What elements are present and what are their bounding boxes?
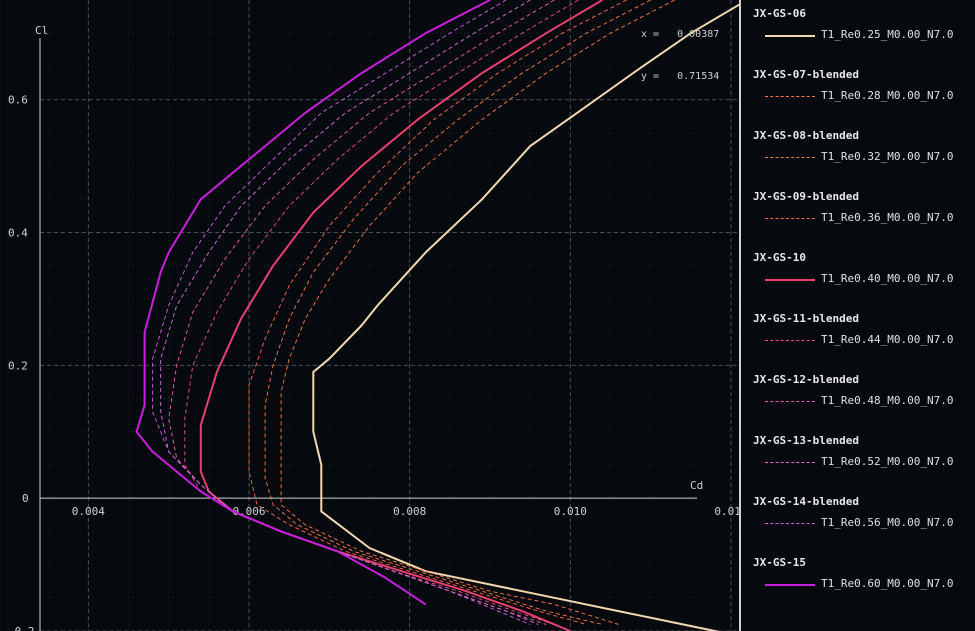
y-tick-label: 0.6	[8, 94, 28, 107]
series-line-jx-gs-07-blended	[280, 0, 675, 625]
legend-entry-name: JX-GS-15	[753, 556, 806, 569]
legend-line-swatch	[765, 584, 815, 586]
legend-entry[interactable]: JX-GS-13-blended T1_Re0.52_M0.00_N7.0	[753, 427, 975, 488]
y-tick-label: 0.2	[8, 359, 28, 372]
legend-entry[interactable]: JX-GS-11-blended T1_Re0.44_M0.00_N7.0	[753, 305, 975, 366]
legend-entry-label: T1_Re0.44_M0.00_N7.0	[821, 333, 954, 346]
legend-entry-name: JX-GS-12-blended	[753, 373, 859, 386]
x-axis-label: Cd	[690, 479, 703, 492]
minor-grid	[7, 0, 739, 631]
legend-line-swatch	[765, 523, 815, 524]
legend-entry[interactable]: JX-GS-15 T1_Re0.60_M0.00_N7.0	[753, 549, 975, 610]
legend-line-swatch	[765, 340, 815, 341]
series-line-jx-gs-08-blended	[264, 0, 651, 625]
legend-entry-name: JX-GS-09-blended	[753, 190, 859, 203]
cursor-readout: x = 0.00387 y = 0.71534	[641, 0, 719, 98]
readout-x: x = 0.00387	[641, 29, 720, 40]
legend-entry-label: T1_Re0.52_M0.00_N7.0	[821, 455, 954, 468]
legend-entry[interactable]: JX-GS-10 T1_Re0.40_M0.00_N7.0	[753, 244, 975, 305]
x-tick-label: 0.012	[714, 505, 739, 518]
legend-entry[interactable]: JX-GS-12-blended T1_Re0.48_M0.00_N7.0	[753, 366, 975, 427]
y-axis-label: Cl	[35, 24, 48, 37]
legend-entry[interactable]: JX-GS-08-blended T1_Re0.32_M0.00_N7.0	[753, 122, 975, 183]
legend-line-swatch	[765, 462, 815, 463]
legend-entry-label: T1_Re0.28_M0.00_N7.0	[821, 89, 954, 102]
legend-entry-label: T1_Re0.60_M0.00_N7.0	[821, 577, 954, 590]
major-grid	[40, 0, 739, 631]
legend-entry-label: T1_Re0.36_M0.00_N7.0	[821, 211, 954, 224]
legend-entry[interactable]: JX-GS-14-blended T1_Re0.56_M0.00_N7.0	[753, 488, 975, 549]
x-tick-label: 0.008	[393, 505, 426, 518]
legend-entry-label: T1_Re0.25_M0.00_N7.0	[821, 28, 954, 41]
legend-entry-label: T1_Re0.56_M0.00_N7.0	[821, 516, 954, 529]
legend-entry-name: JX-GS-13-blended	[753, 434, 859, 447]
legend-line-swatch	[765, 96, 815, 97]
y-tick-label: 0.4	[8, 226, 28, 239]
legend-entry-name: JX-GS-07-blended	[753, 68, 859, 81]
legend-entry-name: JX-GS-11-blended	[753, 312, 859, 325]
legend-entry[interactable]: JX-GS-06 T1_Re0.25_M0.00_N7.0	[753, 0, 975, 61]
legend-line-swatch	[765, 157, 815, 158]
legend-panel: JX-GS-06 T1_Re0.25_M0.00_N7.0 JX-GS-07-ble…	[739, 0, 975, 631]
series-line-jx-gs-10	[199, 0, 603, 631]
polar-plot[interactable]: 0.0040.0060.0080.0100.012-0.20.20.40.60C…	[0, 0, 739, 631]
legend-line-swatch	[765, 35, 815, 37]
legend-entry-label: T1_Re0.32_M0.00_N7.0	[821, 150, 954, 163]
legend-line-swatch	[765, 401, 815, 402]
legend-entry-name: JX-GS-08-blended	[753, 129, 859, 142]
legend-entry[interactable]: JX-GS-09-blended T1_Re0.36_M0.00_N7.0	[753, 183, 975, 244]
origin-tick-label: 0	[22, 492, 29, 505]
series-line-jx-gs-14-blended	[152, 0, 531, 625]
series-line-jx-gs-12-blended	[168, 0, 555, 625]
legend-entry[interactable]: JX-GS-07-blended T1_Re0.28_M0.00_N7.0	[753, 61, 975, 122]
y-tick-label: -0.2	[8, 625, 35, 631]
legend-entry-label: T1_Re0.40_M0.00_N7.0	[821, 272, 954, 285]
legend-line-swatch	[765, 218, 815, 219]
x-tick-label: 0.010	[554, 505, 587, 518]
legend-entry-name: JX-GS-10	[753, 251, 806, 264]
legend-line-swatch	[765, 279, 815, 281]
x-tick-label: 0.004	[72, 505, 105, 518]
legend-entry-name: JX-GS-14-blended	[753, 495, 859, 508]
readout-y: y = 0.71534	[641, 71, 720, 82]
series-line-jx-gs-15	[135, 0, 491, 606]
legend-entry-label: T1_Re0.48_M0.00_N7.0	[821, 394, 954, 407]
legend-entry-name: JX-GS-06	[753, 7, 806, 20]
